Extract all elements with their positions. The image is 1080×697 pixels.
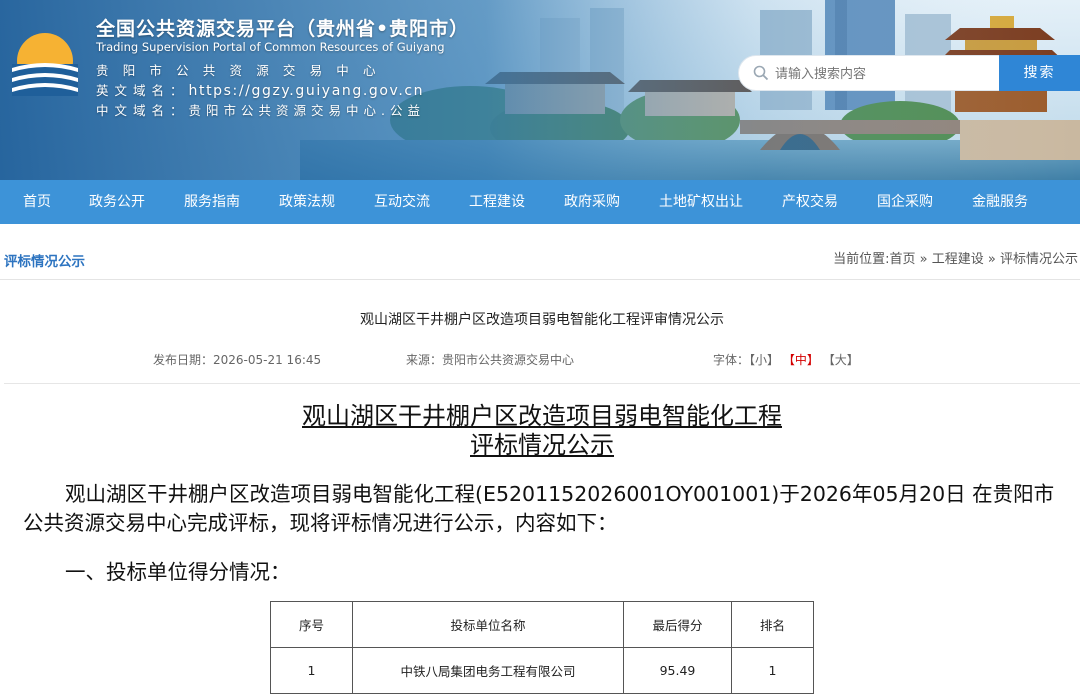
- search-input[interactable]: [775, 62, 985, 86]
- font-size-switcher: 字体：【小】 【中】 【大】: [713, 351, 859, 368]
- nav-item-policies[interactable]: 政策法规: [279, 180, 335, 224]
- english-domain-label: 英文域名：: [96, 83, 189, 98]
- font-large-button[interactable]: 【大】: [823, 353, 859, 367]
- section-title: 评标情况公示: [4, 254, 85, 270]
- document-title: 观山湖区干井棚户区改造项目弱电智能化工程 评标情况公示: [0, 402, 1080, 460]
- organization-name: 贵阳市公共资源交易中心: [96, 63, 390, 78]
- document-title-line-1: 观山湖区干井棚户区改造项目弱电智能化工程: [302, 402, 782, 430]
- nav-item-service-guide[interactable]: 服务指南: [184, 180, 240, 224]
- column-header-rank: 排名: [731, 601, 814, 648]
- search-button[interactable]: 搜索: [999, 55, 1080, 91]
- chinese-domain-link[interactable]: 贵阳市公共资源交易中心.公益: [189, 103, 425, 118]
- breadcrumb[interactable]: 当前位置:首页 » 工程建设 » 评标情况公示: [833, 248, 1078, 267]
- breadcrumb-bar: 评标情况公示 当前位置:首页 » 工程建设 » 评标情况公示: [0, 236, 1080, 280]
- nav-item-property-trading[interactable]: 产权交易: [782, 180, 838, 224]
- nav-item-land-mining[interactable]: 土地矿权出让: [659, 180, 743, 224]
- english-domain-link[interactable]: https://ggzy.guiyang.gov.cn: [189, 83, 425, 99]
- nav-item-soe-procurement[interactable]: 国企采购: [877, 180, 933, 224]
- table-header-row: 序号 投标单位名称 最后得分 排名: [270, 601, 814, 648]
- nav-item-government-procurement[interactable]: 政府采购: [564, 180, 620, 224]
- cell-rank: 1: [731, 647, 814, 694]
- column-header-bidder: 投标单位名称: [352, 601, 624, 648]
- article-source: 来源：贵阳市公共资源交易中心: [406, 353, 575, 367]
- english-domain-row: 英文域名：https://ggzy.guiyang.gov.cn: [96, 80, 424, 99]
- site-logo: [12, 33, 78, 96]
- nav-item-interaction[interactable]: 互动交流: [374, 180, 430, 224]
- divider: [4, 383, 1080, 384]
- site-title: 全国公共资源交易平台（贵州省•贵阳市）: [96, 18, 470, 40]
- nav-item-home[interactable]: 首页: [23, 180, 51, 224]
- site-header: 全国公共资源交易平台（贵州省•贵阳市） Trading Supervision …: [0, 0, 1080, 180]
- intro-paragraph: 观山湖区干井棚户区改造项目弱电智能化工程(E5201152026001OY001…: [23, 482, 1055, 535]
- cell-score: 95.49: [623, 647, 732, 694]
- search-icon: [753, 65, 769, 81]
- nav-item-government-affairs[interactable]: 政务公开: [89, 180, 145, 224]
- score-table: 序号 投标单位名称 最后得分 排名 1 中铁八局集团电务工程有限公司 95.49…: [270, 601, 814, 694]
- nav-item-construction[interactable]: 工程建设: [469, 180, 525, 224]
- font-medium-button[interactable]: 【中】: [783, 353, 819, 367]
- chinese-domain-label: 中文域名：: [96, 103, 189, 118]
- cell-index: 1: [270, 647, 353, 694]
- main-nav: 首页 政务公开 服务指南 政策法规 互动交流 工程建设 政府采购 土地矿权出让 …: [0, 180, 1080, 224]
- font-size-label: 字体：: [713, 353, 750, 367]
- column-header-score: 最后得分: [623, 601, 732, 648]
- article-title: 观山湖区干井棚户区改造项目弱电智能化工程评审情况公示: [360, 312, 724, 328]
- font-small-button[interactable]: 【小】: [749, 353, 779, 367]
- table-row: 1 中铁八局集团电务工程有限公司 95.49 1: [270, 647, 814, 694]
- column-header-index: 序号: [270, 601, 353, 648]
- section-heading: 一、投标单位得分情况：: [65, 560, 291, 584]
- publish-date: 发布日期：2026-05-21 16:45: [153, 353, 322, 367]
- site-title-english: Trading Supervision Portal of Common Res…: [96, 40, 445, 54]
- search-box: [738, 55, 1000, 91]
- cell-bidder: 中铁八局集团电务工程有限公司: [352, 647, 624, 694]
- chinese-domain-row: 中文域名：贵阳市公共资源交易中心.公益: [96, 100, 425, 119]
- document-title-line-2: 评标情况公示: [470, 431, 614, 459]
- nav-item-financial-services[interactable]: 金融服务: [972, 180, 1028, 224]
